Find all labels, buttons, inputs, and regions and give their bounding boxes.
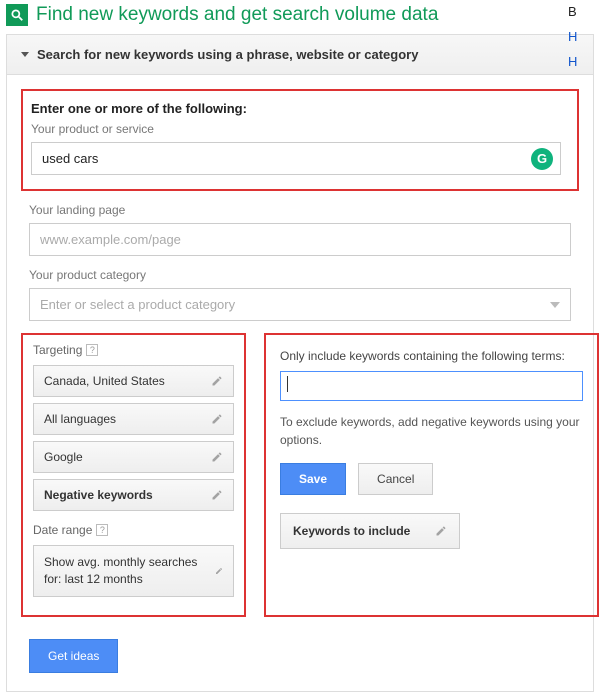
right-link-2[interactable]: H	[560, 50, 600, 75]
panel-header[interactable]: Search for new keywords using a phrase, …	[7, 35, 593, 75]
right-text-1: B	[560, 0, 600, 25]
chevron-down-icon	[550, 302, 560, 308]
caret-down-icon	[21, 52, 29, 57]
targeting-location[interactable]: Canada, United States	[33, 365, 234, 397]
targeting-highlight: Targeting ? Canada, United States All la…	[21, 333, 246, 617]
pencil-icon	[215, 565, 223, 577]
targeting-negative-keywords[interactable]: Negative keywords	[33, 479, 234, 511]
pencil-icon	[211, 451, 223, 463]
date-range-title-text: Date range	[33, 523, 92, 537]
targeting-location-label: Canada, United States	[44, 374, 165, 388]
get-ideas-button[interactable]: Get ideas	[29, 639, 118, 673]
targeting-network-label: Google	[44, 450, 83, 464]
section-title: Enter one or more of the following:	[31, 101, 561, 116]
help-icon[interactable]: ?	[86, 344, 98, 356]
product-label: Your product or service	[31, 122, 561, 136]
date-range-selector[interactable]: Show avg. monthly searches for: last 12 …	[33, 545, 234, 597]
targeting-network[interactable]: Google	[33, 441, 234, 473]
help-icon[interactable]: ?	[96, 524, 108, 536]
search-icon	[6, 4, 28, 26]
targeting-title-text: Targeting	[33, 343, 82, 357]
pencil-icon	[211, 375, 223, 387]
targeting-language-label: All languages	[44, 412, 116, 426]
right-link-1[interactable]: H	[560, 25, 600, 50]
targeting-negative-label: Negative keywords	[44, 488, 153, 502]
panel-title: Search for new keywords using a phrase, …	[37, 47, 418, 62]
page-title: Find new keywords and get search volume …	[36, 4, 438, 26]
keywords-to-include[interactable]: Keywords to include	[280, 513, 460, 549]
category-select[interactable]: Enter or select a product category	[29, 288, 571, 321]
landing-label: Your landing page	[29, 203, 571, 217]
date-range-title: Date range ?	[33, 523, 234, 537]
save-button[interactable]: Save	[280, 463, 346, 495]
filter-highlight: Only include keywords containing the fol…	[264, 333, 599, 617]
category-label: Your product category	[29, 268, 571, 282]
grammarly-icon[interactable]: G	[531, 148, 553, 170]
landing-page-input[interactable]: www.example.com/page	[29, 223, 571, 256]
targeting-title: Targeting ?	[33, 343, 234, 357]
pencil-icon	[211, 413, 223, 425]
product-section-highlight: Enter one or more of the following: Your…	[21, 89, 579, 191]
pencil-icon	[211, 489, 223, 501]
cancel-button[interactable]: Cancel	[358, 463, 433, 495]
page-header: Find new keywords and get search volume …	[0, 0, 600, 34]
pencil-icon	[435, 525, 447, 537]
category-placeholder: Enter or select a product category	[40, 297, 235, 312]
right-sidebar-fragment: B H H	[560, 0, 600, 75]
filter-hint: To exclude keywords, add negative keywor…	[280, 413, 583, 449]
filter-label: Only include keywords containing the fol…	[280, 349, 583, 363]
search-panel: Search for new keywords using a phrase, …	[6, 34, 594, 692]
filter-terms-input[interactable]	[280, 371, 583, 401]
targeting-language[interactable]: All languages	[33, 403, 234, 435]
product-input[interactable]: used cars	[31, 142, 561, 175]
keywords-include-label: Keywords to include	[293, 524, 410, 538]
date-range-label: Show avg. monthly searches for: last 12 …	[44, 554, 215, 588]
